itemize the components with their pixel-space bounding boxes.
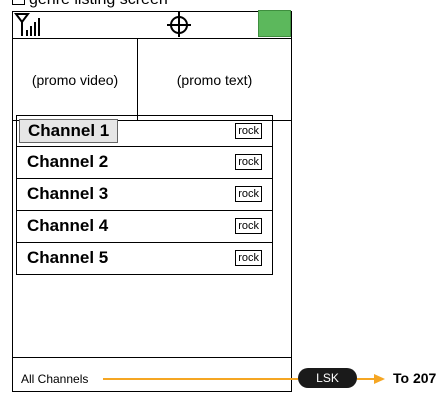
promo-area: (promo video) (promo text) bbox=[13, 38, 291, 121]
genre-tag: rock bbox=[235, 186, 262, 202]
screen-caption-text: genre listing screen bbox=[29, 0, 168, 8]
channel-list-item[interactable]: Channel 5 rock bbox=[16, 243, 273, 275]
genre-tag: rock bbox=[235, 123, 262, 139]
status-bar bbox=[13, 10, 291, 39]
channel-name: Channel 1 bbox=[19, 119, 119, 143]
promo-video[interactable]: (promo video) bbox=[13, 39, 138, 120]
battery-icon bbox=[258, 10, 291, 37]
softkey-bar: All Channels bbox=[13, 357, 291, 391]
channel-name: Channel 3 bbox=[27, 184, 109, 203]
promo-text: (promo text) bbox=[176, 71, 253, 88]
left-softkey-button[interactable]: All Channels bbox=[21, 372, 88, 386]
wireframe-stage: genre listing screen (promo video) (prom… bbox=[0, 0, 447, 393]
channel-list-item[interactable]: Channel 3 rock bbox=[16, 179, 273, 211]
genre-tag: rock bbox=[235, 218, 262, 234]
signal-strength-icon bbox=[14, 13, 40, 36]
caption-box-icon bbox=[12, 0, 25, 5]
channel-list: Channel 1 rock Channel 2 rock Channel 3 … bbox=[16, 115, 273, 275]
channel-list-item[interactable]: Channel 2 rock bbox=[16, 147, 273, 179]
genre-tag: rock bbox=[235, 154, 262, 170]
channel-list-item[interactable]: Channel 4 rock bbox=[16, 211, 273, 243]
channel-name: Channel 5 bbox=[27, 248, 109, 267]
genre-tag: rock bbox=[235, 250, 262, 266]
channel-list-item[interactable]: Channel 1 rock bbox=[16, 115, 273, 147]
screen-caption: genre listing screen bbox=[12, 0, 168, 9]
arrow-right-icon bbox=[374, 374, 385, 384]
channel-name: Channel 4 bbox=[27, 216, 109, 235]
phone-screen: (promo video) (promo text) Channel 1 roc… bbox=[12, 10, 292, 392]
lsk-key-badge: LSK bbox=[298, 368, 357, 388]
crosshair-target-icon bbox=[167, 12, 191, 37]
channel-name: Channel 2 bbox=[27, 152, 109, 171]
navigation-target-label: To 207 bbox=[393, 370, 437, 386]
